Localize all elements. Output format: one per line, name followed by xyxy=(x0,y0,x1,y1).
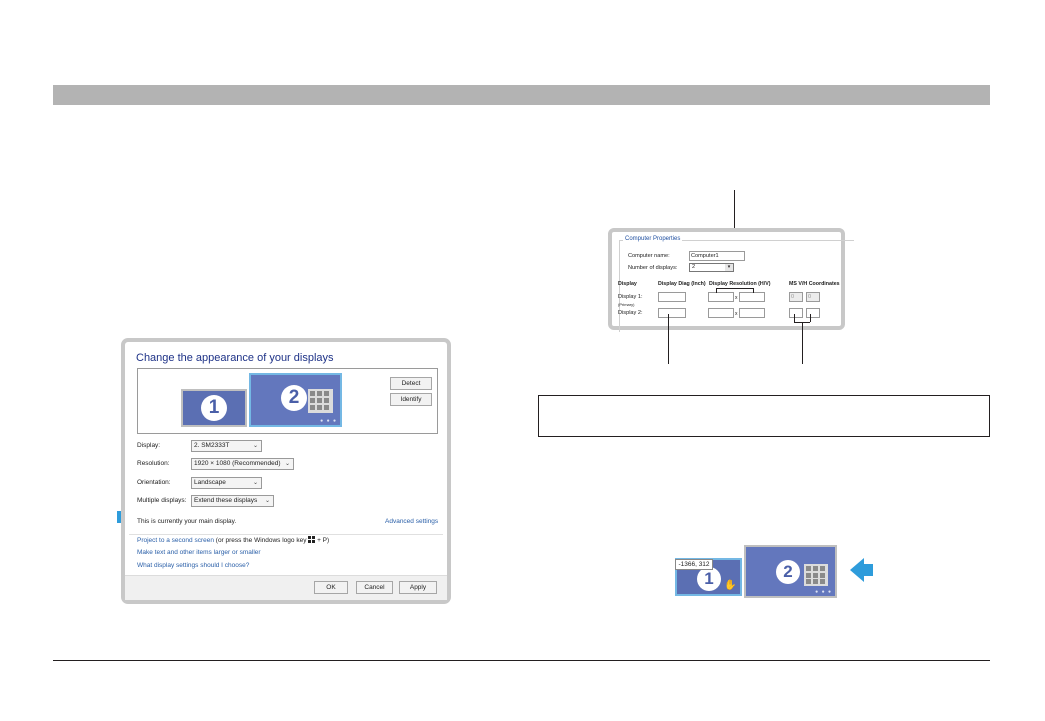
times-sign: x xyxy=(735,311,738,317)
multiple-displays-label: Multiple displays: xyxy=(137,497,187,504)
project-second-screen-row: Project to a second screen (or press the… xyxy=(137,536,329,544)
detect-button[interactable]: Detect xyxy=(390,377,432,390)
chevron-down-icon: ⌄ xyxy=(284,461,290,467)
app-grid-icon xyxy=(804,564,828,586)
display-2-h-coordinate[interactable] xyxy=(806,308,820,318)
chevron-down-icon: ⌄ xyxy=(252,480,258,486)
display-1-vres-input[interactable] xyxy=(739,292,765,302)
display-1-h-coordinate: 0 xyxy=(806,292,820,302)
callout-line xyxy=(668,314,669,364)
orientation-select[interactable]: Landscape ⌄ xyxy=(191,477,262,489)
display-1-hres-input[interactable] xyxy=(708,292,734,302)
number-of-displays-select[interactable]: 2 ▾ xyxy=(689,263,734,272)
chevron-down-icon: ⌄ xyxy=(264,498,270,504)
display-1-diag-input[interactable] xyxy=(658,292,686,302)
dialog-title: Change the appearance of your displays xyxy=(136,352,334,364)
display-2-label: Display 2: xyxy=(618,310,643,316)
display-1-v-coordinate: 0 xyxy=(789,292,803,302)
callout-bracket xyxy=(716,288,754,289)
display-help-link[interactable]: What display settings should I choose? xyxy=(137,562,249,569)
display-label: Display: xyxy=(137,442,161,449)
display-2-v-coordinate[interactable] xyxy=(789,308,803,318)
computer-name-input[interactable]: Computer1 xyxy=(689,251,745,261)
monitor-number-2: 2 xyxy=(281,385,307,411)
number-of-displays-label: Number of displays: xyxy=(628,265,678,271)
cancel-button[interactable]: Cancel xyxy=(356,581,393,594)
display-select-value: 2. SM2333T xyxy=(194,442,230,449)
monitor-1-thumbnail[interactable]: 1 xyxy=(181,389,247,427)
column-display: Display xyxy=(618,281,637,287)
monitor-number-2: 2 xyxy=(776,560,800,584)
identify-button[interactable]: Identify xyxy=(390,393,432,406)
resolution-select[interactable]: 1920 × 1080 (Recommended) ⌄ xyxy=(191,458,294,470)
orientation-label: Orientation: xyxy=(137,479,171,486)
monitor-2-thumbnail[interactable]: 2 ● ● ● xyxy=(249,373,342,427)
dots-icon: ● ● ● xyxy=(320,418,337,424)
project-hint-suffix: + P) xyxy=(315,537,330,544)
callout-bracket xyxy=(753,288,754,293)
app-grid-icon xyxy=(308,389,333,413)
divider xyxy=(129,534,443,535)
column-coordinates: MS V/H Coordinates xyxy=(789,281,840,287)
project-second-screen-link[interactable]: Project to a second screen xyxy=(137,537,214,544)
display-2-diag-input[interactable] xyxy=(658,308,686,318)
dialog-footer: OK Cancel Apply xyxy=(125,575,447,600)
computer-properties-legend: Computer Properties xyxy=(623,236,683,242)
display-settings-dialog: Change the appearance of your displays 1… xyxy=(121,338,451,604)
display-2-vres-input[interactable] xyxy=(739,308,765,318)
ok-button[interactable]: OK xyxy=(314,581,348,594)
project-hint-text: (or press the Windows logo key xyxy=(213,537,309,544)
display-2-hres-input[interactable] xyxy=(708,308,734,318)
coordinate-tooltip: -1366, 312 xyxy=(675,559,713,570)
chevron-down-icon: ▾ xyxy=(725,264,733,271)
resolution-select-value: 1920 × 1080 (Recommended) xyxy=(194,460,281,467)
column-display-diag: Display Diag (Inch) xyxy=(658,281,706,287)
resolution-label: Resolution: xyxy=(137,460,170,467)
callout-bracket xyxy=(716,288,717,293)
advanced-settings-link[interactable]: Advanced settings xyxy=(385,518,438,525)
monitor-number-1: 1 xyxy=(201,395,227,421)
callout-line xyxy=(802,322,803,364)
multiple-displays-select-value: Extend these displays xyxy=(194,497,258,504)
display-select[interactable]: 2. SM2333T ⌄ xyxy=(191,440,262,452)
header-bar xyxy=(53,85,990,105)
apply-button[interactable]: Apply xyxy=(399,581,437,594)
display-1-primary-note: (Primary) xyxy=(618,302,635,307)
main-display-message: This is currently your main display. xyxy=(137,518,237,525)
display-1-label: Display 1: xyxy=(618,294,643,300)
hand-cursor-icon: ✋ xyxy=(724,580,737,591)
multiple-displays-select[interactable]: Extend these displays ⌄ xyxy=(191,495,274,507)
monitor-number-1: 1 xyxy=(697,567,721,591)
times-sign: x xyxy=(735,295,738,301)
callout-bracket xyxy=(794,314,795,322)
dots-icon: ● ● ● xyxy=(815,589,832,595)
chevron-down-icon: ⌄ xyxy=(252,443,258,449)
computer-name-label: Computer name: xyxy=(628,253,670,259)
column-display-resolution: Display Resolution (H/V) xyxy=(709,281,771,287)
callout-bracket xyxy=(810,314,811,322)
display-arrangement-preview: 1 2 ● ● ● Detect Identify xyxy=(137,368,438,434)
number-of-displays-value: 2 xyxy=(692,264,696,270)
text-size-link[interactable]: Make text and other items larger or smal… xyxy=(137,549,261,556)
orientation-select-value: Landscape xyxy=(194,479,226,486)
monitor-2-thumbnail[interactable]: 2 ● ● ● xyxy=(744,545,837,598)
footer-rule xyxy=(53,660,990,661)
note-box xyxy=(538,395,990,437)
pointer-arrow-icon xyxy=(850,558,873,582)
